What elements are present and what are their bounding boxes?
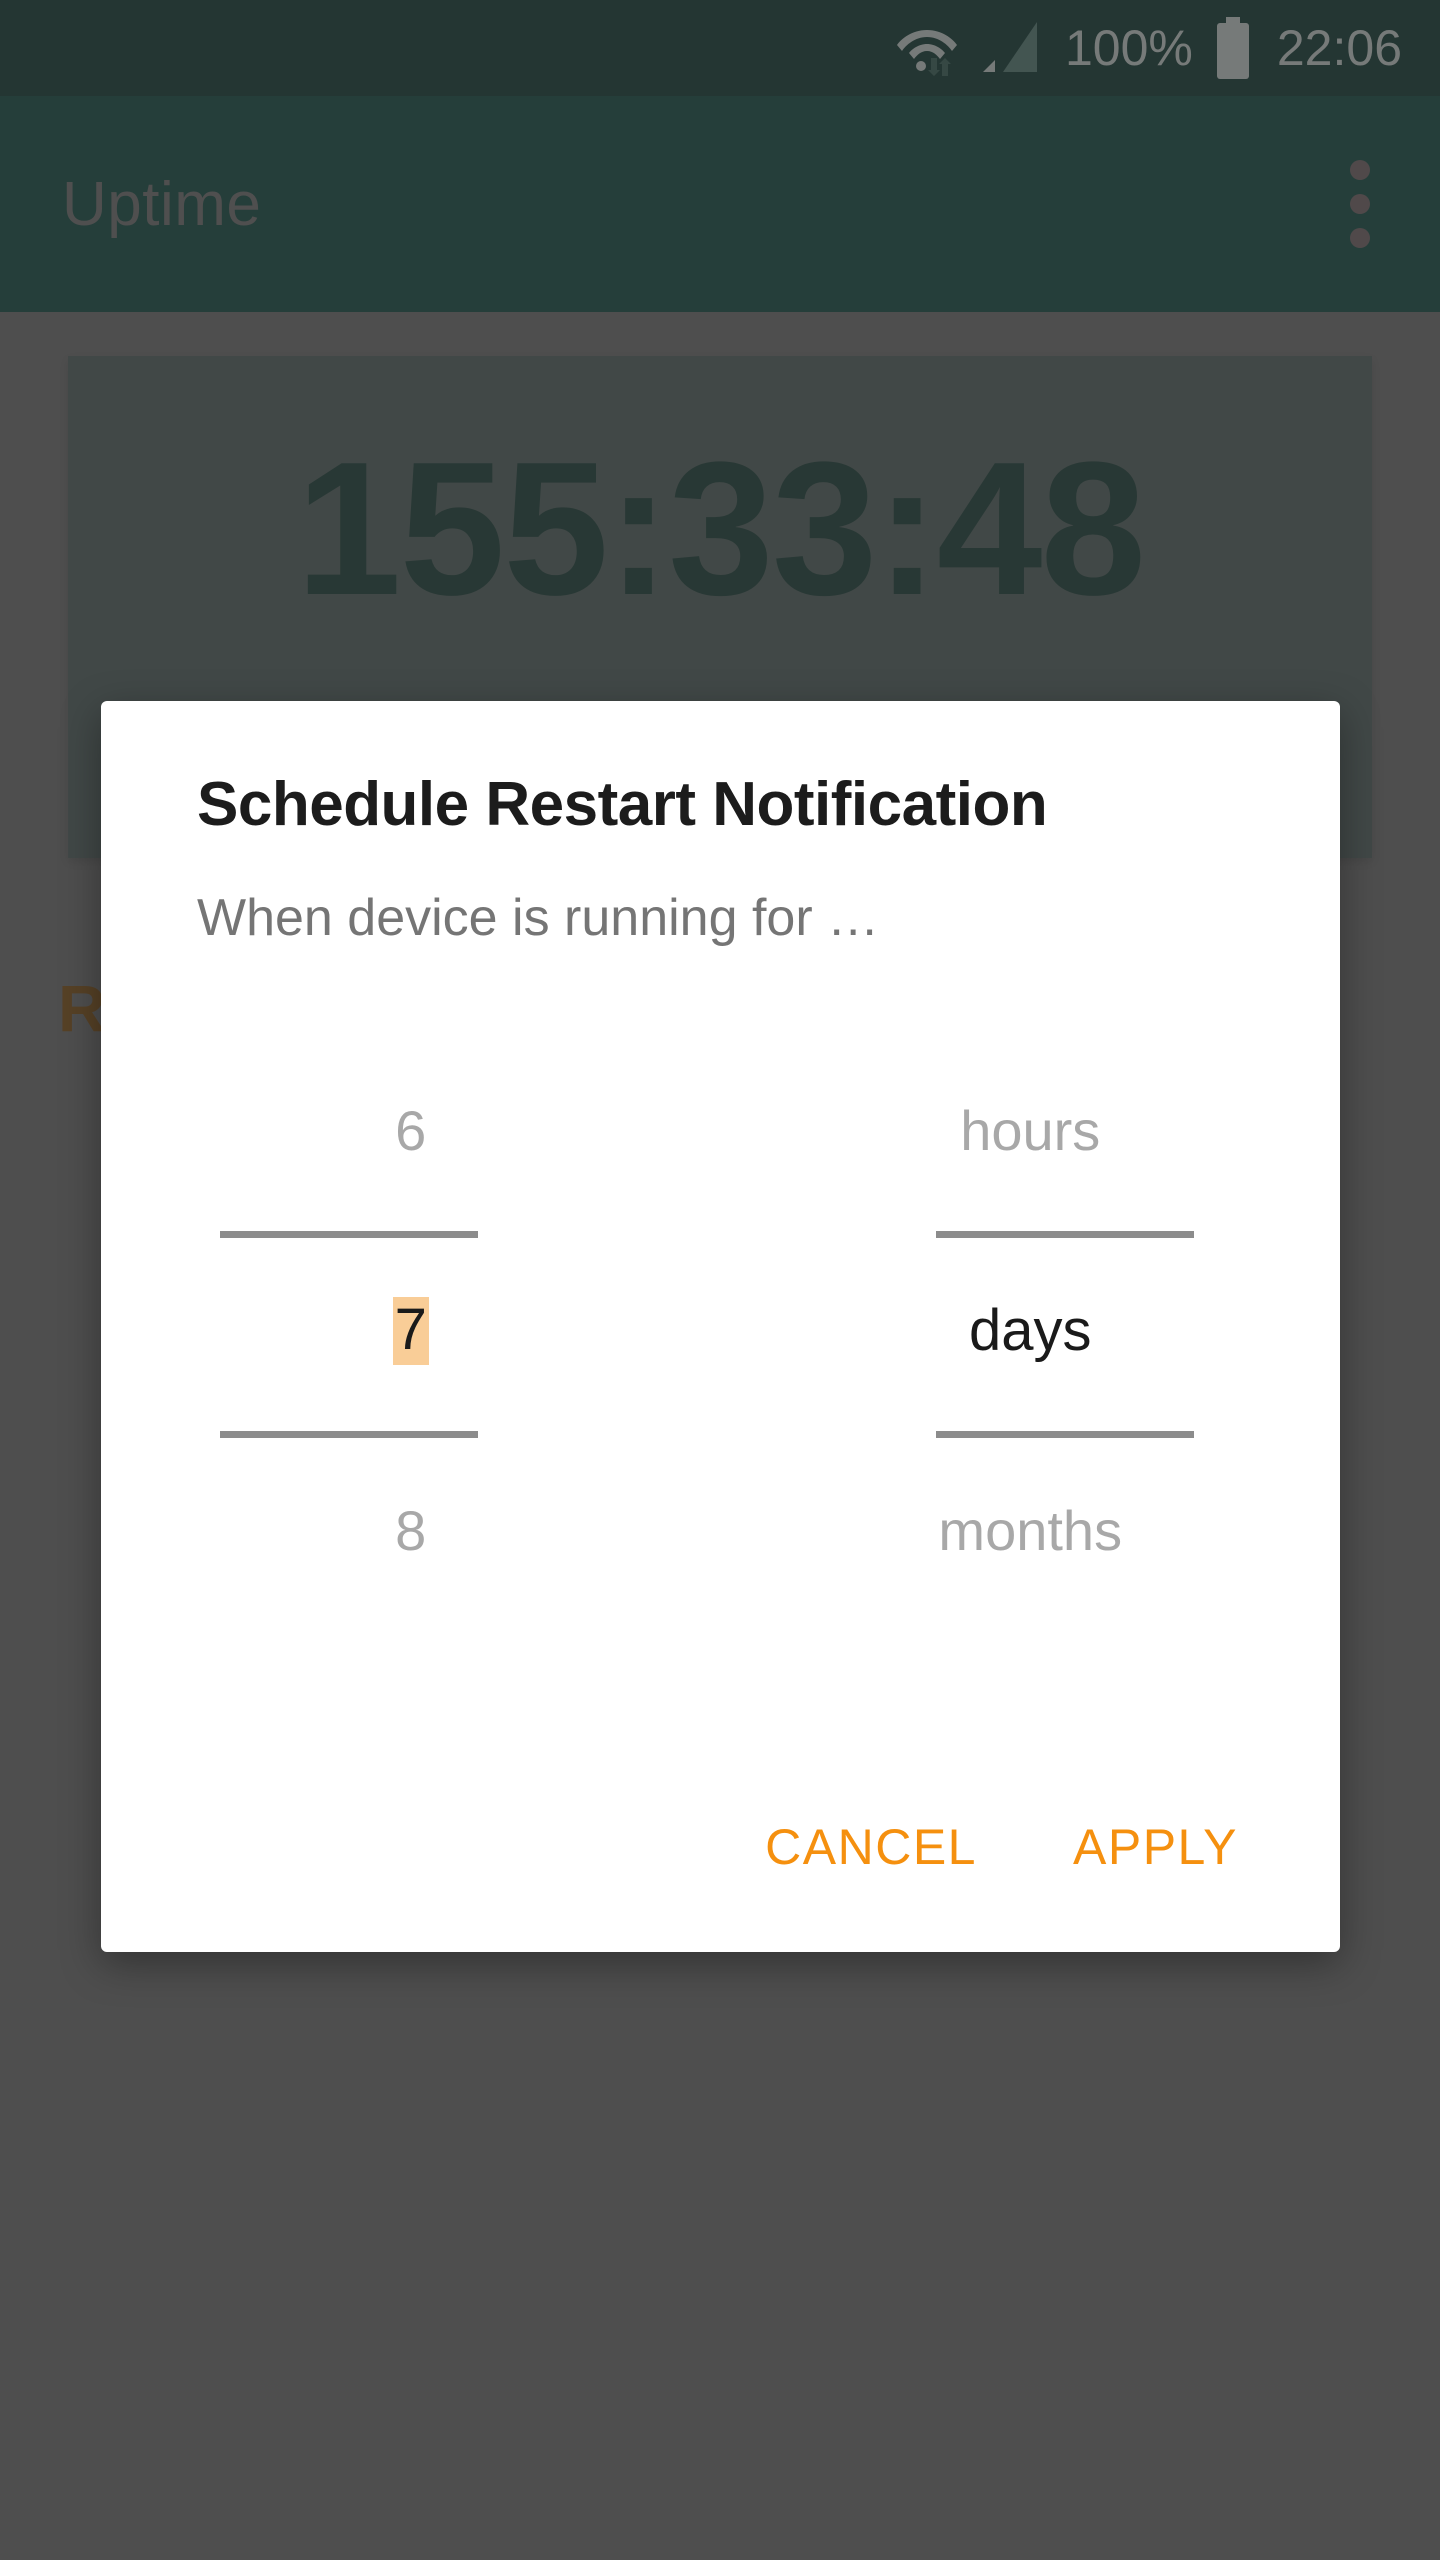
unit-picker-next[interactable]: months	[721, 1431, 1341, 1631]
amount-previous-value: 6	[395, 1099, 427, 1162]
amount-next-value: 8	[395, 1499, 427, 1562]
amount-picker[interactable]: 6 7 8	[101, 1031, 721, 1631]
amount-picker-divider-top	[220, 1231, 478, 1238]
dialog-title: Schedule Restart Notification	[197, 770, 1048, 839]
unit-picker-divider-bottom	[935, 1431, 1194, 1438]
unit-picker[interactable]: hours days months	[721, 1031, 1341, 1631]
unit-picker-divider-top	[935, 1231, 1194, 1238]
amount-selected-value: 7	[392, 1297, 429, 1365]
duration-picker: 6 7 8 hours days months	[101, 1031, 1340, 1631]
amount-picker-selected[interactable]: 7	[101, 1231, 721, 1431]
cancel-button[interactable]: CANCEL	[759, 1812, 983, 1882]
dialog-actions: CANCEL APPLY	[759, 1742, 1340, 1952]
amount-picker-next[interactable]: 8	[101, 1431, 721, 1631]
phone-screen: 100% 22:06 Uptime 155:33:48 R Sch	[0, 0, 1440, 2560]
unit-picker-selected[interactable]: days	[721, 1231, 1341, 1431]
schedule-restart-dialog: Schedule Restart Notification When devic…	[101, 701, 1340, 1952]
unit-picker-previous[interactable]: hours	[721, 1031, 1341, 1231]
apply-button[interactable]: APPLY	[1067, 1812, 1244, 1882]
unit-selected-value: days	[968, 1298, 1092, 1363]
amount-picker-previous[interactable]: 6	[101, 1031, 721, 1231]
unit-previous-value: hours	[960, 1099, 1101, 1162]
unit-next-value: months	[938, 1499, 1123, 1562]
amount-picker-divider-bottom	[220, 1431, 478, 1438]
dialog-subtitle: When device is running for …	[197, 889, 880, 947]
